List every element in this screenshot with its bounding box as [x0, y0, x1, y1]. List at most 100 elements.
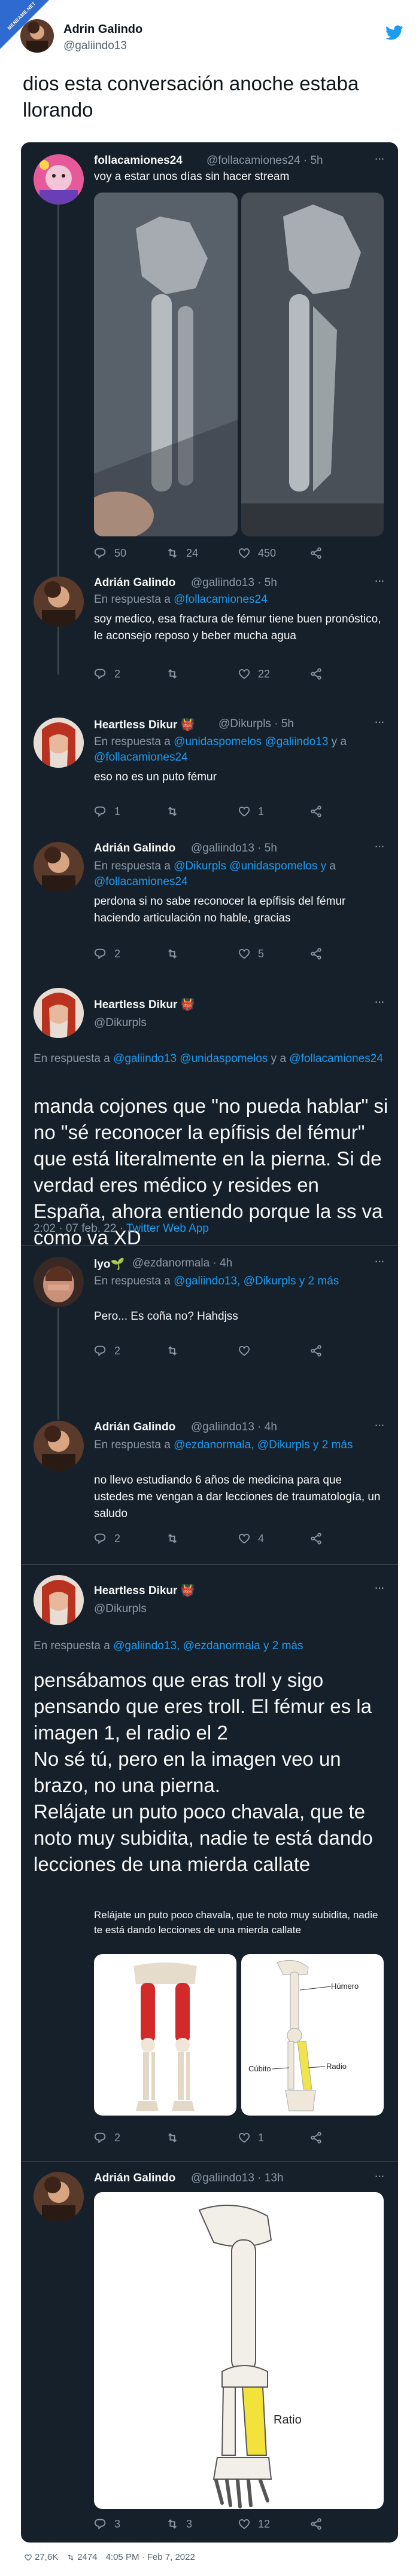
label-radio: Radio	[326, 2062, 347, 2071]
more-options-icon[interactable]: ···	[374, 573, 385, 588]
reply-count: 50	[114, 547, 127, 559]
like-action[interactable]	[238, 1344, 258, 1357]
more-options-icon[interactable]: ···	[374, 838, 385, 854]
retweet-action[interactable]	[166, 1532, 186, 1545]
like-action[interactable]: 27,6K	[24, 2552, 58, 2562]
tweet-image-xray-1[interactable]	[94, 193, 238, 536]
mention-link[interactable]: @follacamiones24	[94, 751, 188, 764]
avatar[interactable]	[34, 2172, 84, 2222]
tweet-image-xray-2[interactable]	[241, 193, 384, 536]
mention-link[interactable]: @follacamiones24	[289, 1052, 383, 1065]
heart-icon	[238, 807, 250, 817]
avatar[interactable]	[34, 842, 84, 892]
share-action[interactable]	[309, 667, 323, 680]
reply-action[interactable]: 2	[94, 1344, 120, 1357]
retweet-action[interactable]	[166, 947, 186, 960]
tweet-author-name[interactable]: Adrián Galindo	[94, 842, 175, 855]
like-action[interactable]: 1	[238, 805, 264, 818]
tweet-image-radius-diagram[interactable]: Ratio	[94, 2192, 384, 2509]
author-handle[interactable]: @galiindo13	[63, 39, 127, 53]
share-action[interactable]	[309, 2517, 323, 2531]
author-name[interactable]: Adrin Galindo	[63, 23, 142, 36]
avatar[interactable]	[34, 1421, 84, 1471]
tweet-author-handle[interactable]: @Dikurpls	[94, 1603, 147, 1616]
like-action[interactable]: 12	[238, 2517, 270, 2531]
share-action[interactable]	[309, 547, 323, 560]
mention-link[interactable]: @follacamiones24	[174, 593, 268, 606]
share-action[interactable]	[309, 805, 323, 818]
mention-link[interactable]: @galiindo13, @Dikurpls y 2 más	[174, 1275, 339, 1287]
tweet-author-handle[interactable]: @follacamiones24 · 5h	[207, 154, 323, 167]
retweet-action[interactable]	[166, 2131, 186, 2144]
tweet-image-arm-bones[interactable]: Húmero Cúbito Radio	[241, 1954, 384, 2116]
reply-count: 1	[114, 805, 121, 817]
tweet-source[interactable]: Twitter Web App	[126, 1222, 209, 1235]
more-options-icon[interactable]: ···	[374, 1580, 385, 1595]
share-action[interactable]	[309, 1344, 323, 1357]
tweet-author-handle[interactable]: @galiindo13 · 13h	[191, 2172, 284, 2185]
like-action[interactable]: 22	[238, 667, 270, 680]
tweet-author-name[interactable]: lyo🌱	[94, 1257, 125, 1271]
share-action[interactable]	[309, 1532, 323, 1545]
more-options-icon[interactable]: ···	[374, 151, 385, 166]
tweet-author-handle[interactable]: @galiindo13 · 5h	[191, 576, 277, 590]
tweet-author-handle[interactable]: @ezdanormala · 4h	[132, 1257, 232, 1270]
tweet-author-handle[interactable]: @Dikurpls	[94, 1017, 147, 1030]
tweet-author-name[interactable]: Heartless Dikur 👹	[94, 1583, 195, 1598]
more-options-icon[interactable]: ···	[374, 2168, 385, 2184]
avatar[interactable]	[34, 1575, 84, 1625]
mention-link[interactable]: @unidaspomelos @galiindo13	[174, 735, 328, 748]
label-humero: Húmero	[331, 1982, 359, 1991]
mention-link[interactable]: @galiindo13 @unidaspomelos	[113, 1052, 268, 1065]
tweet-image-leg-bones[interactable]	[94, 1954, 236, 2116]
like-count: 27,6K	[35, 2552, 59, 2562]
tweet-author-name[interactable]: Heartless Dikur 👹	[94, 997, 195, 1012]
reply-count: 3	[114, 2517, 121, 2530]
more-options-icon[interactable]: ···	[374, 994, 385, 1009]
retweet-action[interactable]	[166, 805, 186, 818]
reply-action[interactable]: 1	[94, 805, 120, 818]
avatar[interactable]	[34, 988, 84, 1038]
share-action[interactable]	[309, 947, 323, 960]
tweet-author-handle[interactable]: @galiindo13 · 5h	[191, 842, 277, 855]
retweet-action[interactable]: 3	[166, 2517, 192, 2531]
retweet-action[interactable]: 24	[166, 547, 198, 560]
reply-action[interactable]: 2	[94, 2131, 120, 2144]
like-action[interactable]: 450	[238, 547, 276, 560]
retweet-action[interactable]	[166, 1344, 186, 1357]
reply-action[interactable]: 3	[94, 2517, 120, 2531]
tweet-author-name[interactable]: Heartless Dikur 👹	[94, 718, 195, 732]
more-options-icon[interactable]: ···	[374, 714, 385, 730]
tweet-timestamp[interactable]: 4:05 PM · Feb 7, 2022	[106, 2552, 195, 2562]
avatar[interactable]	[34, 1257, 84, 1307]
avatar[interactable]	[34, 154, 84, 205]
share-action[interactable]	[309, 2131, 323, 2144]
avatar[interactable]	[34, 718, 84, 768]
twitter-bird-icon[interactable]	[385, 25, 403, 41]
mention-link[interactable]: @galiindo13, @ezdanormala y 2 más	[113, 1640, 303, 1652]
tweet-author-handle[interactable]: @Dikurpls · 5h	[218, 718, 294, 731]
like-action[interactable]: 1	[238, 2131, 264, 2144]
more-options-icon[interactable]: ···	[374, 1417, 385, 1433]
mention-link[interactable]: @follacamiones24	[94, 875, 188, 888]
tweet-text: voy a estar unos días sin hacer stream	[94, 170, 290, 183]
avatar[interactable]	[34, 576, 84, 627]
reply-action[interactable]: 2	[94, 1532, 120, 1545]
retweet-action[interactable]: 2474	[66, 2552, 98, 2562]
tweet-author-name[interactable]: Adrián Galindo	[94, 2172, 175, 2185]
mention-link[interactable]: @Dikurpls @unidaspomelos y	[174, 860, 326, 872]
more-options-icon[interactable]: ···	[374, 1253, 385, 1269]
tweet-author-name[interactable]: Adrián Galindo	[94, 576, 175, 590]
reply-action[interactable]: 2	[94, 947, 120, 960]
tweet-author-handle[interactable]: @galiindo13 · 4h	[191, 1421, 277, 1434]
retweet-action[interactable]	[166, 667, 186, 680]
avatar[interactable]	[20, 19, 54, 53]
tweet-author-name[interactable]: Adrián Galindo	[94, 1421, 175, 1434]
tweet-author-name[interactable]: follacamiones24	[94, 154, 183, 167]
reply-action[interactable]: 2	[94, 667, 120, 680]
like-action[interactable]: 5	[238, 947, 264, 960]
like-action[interactable]: 4	[238, 1532, 264, 1545]
tweet-timestamp[interactable]: 2:02 · 07 feb. 22 ·	[34, 1222, 126, 1235]
reply-action[interactable]: 50	[94, 547, 126, 560]
mention-link[interactable]: @ezdanormala, @Dikurpls y 2 más	[174, 1439, 353, 1451]
